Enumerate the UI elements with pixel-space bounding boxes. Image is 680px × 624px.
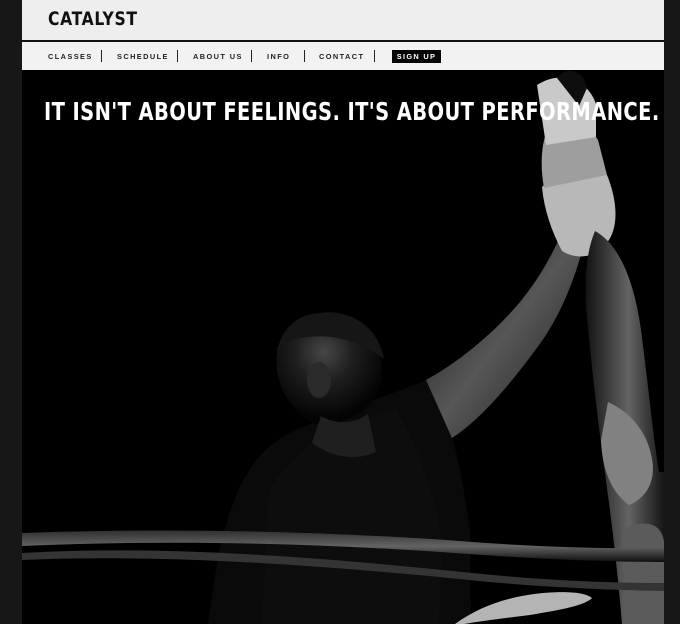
site-logo[interactable]: CATALYST (48, 8, 138, 30)
nav-contact-link[interactable]: CONTACT (319, 52, 364, 61)
nav-classes-link[interactable]: CLASSES (48, 52, 93, 61)
nav-separator (251, 50, 252, 62)
nav-info-link[interactable]: INFO (267, 52, 290, 61)
hero-headline: IT ISN'T ABOUT FEELINGS. IT'S ABOUT PERF… (44, 97, 660, 126)
nav-separator (374, 50, 375, 62)
website-page: CATALYST CLASSES SCHEDULE ABOUT US INFO … (22, 0, 664, 624)
nav-separator (304, 50, 305, 62)
nav-schedule-link[interactable]: SCHEDULE (117, 52, 169, 61)
nav-about-us-link[interactable]: ABOUT US (193, 52, 243, 61)
nav-separator (177, 50, 178, 62)
boxing-ring-photo (22, 70, 664, 624)
sign-up-button[interactable]: SIGN UP (392, 50, 441, 63)
nav-separator (101, 50, 102, 62)
brand-bar: CATALYST (22, 0, 664, 40)
main-navigation: CLASSES SCHEDULE ABOUT US INFO CONTACT S… (22, 42, 664, 70)
hero-banner: IT ISN'T ABOUT FEELINGS. IT'S ABOUT PERF… (22, 70, 664, 624)
